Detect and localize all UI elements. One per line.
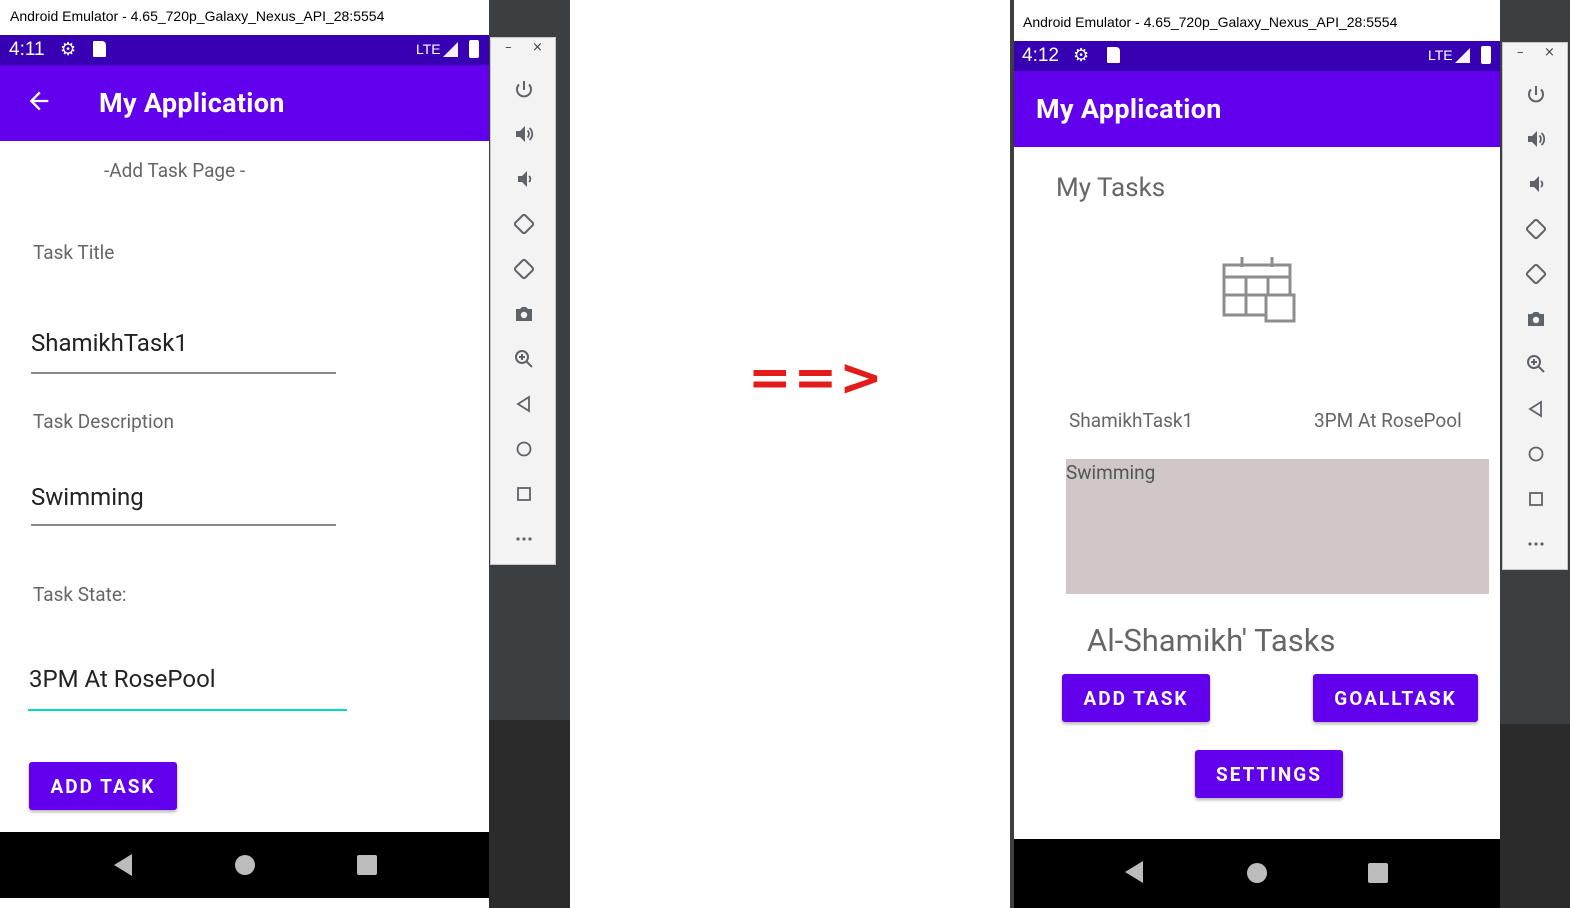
emulator-title: Android Emulator - 4.65_720p_Galaxy_Nexu…: [10, 8, 385, 24]
page-heading: My Tasks: [1056, 173, 1166, 203]
signal-icon: [1455, 48, 1470, 63]
zoom-icon[interactable]: [1524, 352, 1548, 376]
zoom-icon[interactable]: [512, 347, 536, 371]
status-time: 4:11: [9, 39, 45, 60]
android-nav-bar: [1014, 839, 1500, 908]
task-title: ShamikhTask1: [1069, 409, 1194, 432]
status-time: 4:12: [1022, 45, 1059, 66]
task-state-label: Task State:: [33, 583, 127, 606]
sd-card-icon: [93, 41, 106, 57]
right-emulator-window: Android Emulator - 4.65_720p_Galaxy_Nexu…: [1014, 0, 1500, 908]
status-bar: 4:12 ⚙ LTE: [1014, 41, 1500, 71]
task-title-label: Task Title: [33, 241, 115, 264]
task-title-underline: [31, 372, 336, 374]
volume-down-icon[interactable]: [1524, 172, 1548, 196]
app-bar: My Application: [1014, 71, 1500, 147]
rotate-left-icon[interactable]: [1524, 217, 1548, 241]
minimize-icon[interactable]: –: [505, 40, 512, 55]
arrow-back-icon[interactable]: [25, 87, 53, 115]
settings-gear-icon: ⚙: [1073, 45, 1090, 65]
status-bar: 4:11 ⚙ LTE: [0, 35, 489, 65]
more-icon[interactable]: [1524, 532, 1548, 556]
more-icon[interactable]: [512, 527, 536, 551]
nav-home-icon[interactable]: [1247, 863, 1267, 883]
task-description: Swimming: [1066, 461, 1156, 484]
nav-overview-icon[interactable]: [357, 855, 377, 875]
emulator-title: Android Emulator - 4.65_720p_Galaxy_Nexu…: [1023, 14, 1398, 30]
signal-icon: [443, 42, 458, 57]
goal-task-button[interactable]: GOALLTASK: [1313, 674, 1478, 722]
minimize-icon[interactable]: –: [1517, 45, 1524, 60]
sd-card-icon: [1107, 47, 1120, 63]
emulator-title-bar: Android Emulator - 4.65_720p_Galaxy_Nexu…: [1014, 0, 1500, 40]
settings-button[interactable]: SETTINGS: [1195, 750, 1343, 798]
app-bar: My Application: [0, 65, 489, 141]
camera-icon[interactable]: [512, 302, 536, 326]
settings-gear-icon: ⚙: [60, 39, 77, 59]
overview-icon[interactable]: [512, 482, 536, 506]
nav-back-icon[interactable]: [114, 854, 132, 876]
add-task-button[interactable]: ADD TASK: [29, 762, 177, 810]
add-task-page: -Add Task Page - Task Title ShamikhTask1…: [0, 141, 489, 833]
camera-icon[interactable]: [1524, 307, 1548, 331]
calendar-grid-icon: [1222, 257, 1296, 323]
ide-background-right-lower: [1500, 724, 1570, 908]
ide-background-left-lower: [489, 720, 570, 908]
power-icon[interactable]: [1524, 83, 1548, 107]
task-description-input[interactable]: Swimming: [31, 483, 144, 511]
nav-overview-icon[interactable]: [1368, 863, 1388, 883]
network-type: LTE: [416, 41, 441, 57]
add-task-button[interactable]: ADD TASK: [1062, 674, 1210, 722]
app-title: My Application: [1036, 93, 1222, 125]
rotate-right-icon[interactable]: [512, 257, 536, 281]
emulator-side-toolbar: – ×: [1502, 42, 1568, 570]
back-icon[interactable]: [512, 392, 536, 416]
emulator-title-bar: Android Emulator - 4.65_720p_Galaxy_Nexu…: [0, 0, 489, 34]
nav-home-icon[interactable]: [235, 855, 255, 875]
battery-icon: [469, 40, 479, 58]
power-icon[interactable]: [512, 78, 536, 102]
left-emulator-window: Android Emulator - 4.65_720p_Galaxy_Nexu…: [0, 0, 489, 898]
volume-up-icon[interactable]: [1524, 127, 1548, 151]
overview-icon[interactable]: [1524, 487, 1548, 511]
task-state-underline: [28, 709, 347, 711]
task-state: 3PM At RosePool: [1314, 409, 1462, 432]
task-description-box: Swimming: [1066, 459, 1489, 594]
task-description-underline: [31, 524, 336, 526]
nav-back-icon[interactable]: [1125, 861, 1143, 883]
transition-arrow: ==>: [748, 348, 885, 408]
close-icon[interactable]: ×: [1544, 45, 1555, 60]
volume-down-icon[interactable]: [512, 167, 536, 191]
app-title: My Application: [99, 87, 285, 119]
emulator-side-toolbar: – ×: [490, 37, 556, 565]
task-description-label: Task Description: [33, 410, 174, 433]
android-nav-bar: [0, 832, 489, 898]
task-title-input[interactable]: ShamikhTask1: [31, 329, 188, 357]
back-icon[interactable]: [1524, 397, 1548, 421]
rotate-right-icon[interactable]: [1524, 262, 1548, 286]
page-header: -Add Task Page -: [104, 159, 246, 182]
task-state-input[interactable]: 3PM At RosePool: [29, 665, 216, 693]
owner-label: Al-Shamikh' Tasks: [1087, 622, 1336, 659]
network-type: LTE: [1428, 47, 1453, 63]
close-icon[interactable]: ×: [532, 40, 543, 55]
volume-up-icon[interactable]: [512, 122, 536, 146]
home-icon[interactable]: [1524, 442, 1548, 466]
battery-icon: [1481, 46, 1491, 64]
my-tasks-page: My Tasks ShamikhTask1 3PM At RosePool Sw…: [1014, 147, 1500, 839]
rotate-left-icon[interactable]: [512, 212, 536, 236]
home-icon[interactable]: [512, 437, 536, 461]
